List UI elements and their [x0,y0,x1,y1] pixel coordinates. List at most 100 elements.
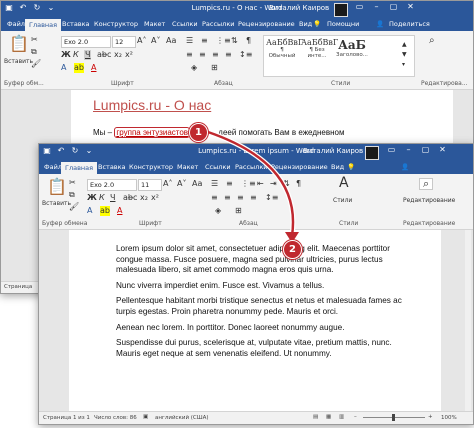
cut-icon[interactable]: ✂ [69,178,76,188]
maximize-icon[interactable]: ▢ [385,2,402,11]
font-name-field[interactable]: Exo 2.0 [87,179,137,191]
borders-icon[interactable]: ⊞ [211,63,218,73]
tab-home[interactable]: Главная [61,162,98,174]
align-center-icon[interactable]: ≡ [224,193,231,203]
zoom-out-icon[interactable]: – [354,414,357,420]
paste-icon[interactable]: 📋 [9,35,29,53]
font-color-icon[interactable]: A [117,206,122,216]
italic-icon[interactable]: К [99,193,105,203]
highlight-icon[interactable]: ab [74,63,84,73]
subscript-icon[interactable]: x₂ [140,193,148,203]
change-case-icon[interactable]: Aa [192,179,202,189]
strikethrough-icon[interactable]: ab̶c [123,193,137,203]
highlight-icon[interactable]: ab [100,206,110,216]
read-mode-icon[interactable]: ▤ [313,414,318,420]
styles-gallery[interactable]: АаБбВвГ ¶ Обычный АаБбВвГ ¶ Без инте... Аа… [263,35,415,77]
multilevel-list-icon[interactable]: ⋮≡ [216,36,231,46]
tab-layout[interactable]: Макет [144,20,165,28]
bold-icon[interactable]: Ж [61,50,71,60]
line-spacing-icon[interactable]: ↕≡ [239,50,252,60]
superscript-icon[interactable]: x² [151,193,159,203]
ribbon-options-icon[interactable]: ▭ [351,2,368,11]
tab-layout[interactable]: Макет [177,163,198,171]
bullets-icon[interactable]: ☰ [211,179,218,189]
tell-me-box[interactable]: Помощни [327,20,359,28]
minimize-icon[interactable]: – [400,145,417,154]
align-left-icon[interactable]: ≡ [211,193,218,203]
share-icon[interactable]: 👤 [376,20,384,28]
back-status-page[interactable]: Страница [4,284,32,290]
share-button[interactable]: Поделиться [389,20,430,28]
print-layout-icon[interactable]: ▦ [326,414,331,420]
format-painter-icon[interactable]: 🖌 [31,59,41,69]
multilevel-list-icon[interactable]: ⋮≡ [241,179,256,189]
font-size-field[interactable]: 11 [138,179,162,191]
align-center-icon[interactable]: ≡ [199,50,206,60]
paste-label[interactable]: Вставить [42,199,71,209]
tab-design[interactable]: Конструктор [129,163,173,171]
status-words[interactable]: Число слов: 86 [94,415,137,421]
underline-icon[interactable]: Ч [110,193,115,203]
numbering-icon[interactable]: ≡ [226,179,233,189]
close-icon[interactable]: ✕ [434,145,451,154]
superscript-icon[interactable]: x² [125,50,133,60]
front-user-name[interactable]: Виталий Каиров [303,147,363,155]
styles-scroll-icon[interactable]: ▲ ▼ ▾ [402,40,407,70]
italic-icon[interactable]: К [73,50,79,60]
shrink-font-icon[interactable]: A˅ [177,179,186,189]
show-marks-icon[interactable]: ¶ [246,36,251,46]
zoom-level[interactable]: 100% [441,415,457,421]
font-color-icon[interactable]: A [91,63,96,73]
sort-icon[interactable]: ⇅ [283,179,290,189]
tab-design[interactable]: Конструктор [94,20,138,28]
font-size-field[interactable]: 12 [112,36,136,48]
align-right-icon[interactable]: ≡ [237,193,244,203]
editing-button[interactable]: Редактирование [403,196,455,206]
bullets-icon[interactable]: ☰ [186,36,193,46]
bold-icon[interactable]: Ж [87,193,97,203]
sort-icon[interactable]: ⇅ [231,36,238,46]
align-left-icon[interactable]: ≡ [186,50,193,60]
line-spacing-icon[interactable]: ↕≡ [265,193,278,203]
underline-icon[interactable]: Ч [84,50,92,60]
avatar[interactable] [365,146,379,160]
style-no-spacing[interactable]: АаБбВвГ ¶ Без инте... [301,38,338,59]
copy-icon[interactable]: ⧉ [69,190,75,200]
share-icon[interactable]: 👤 [401,163,409,171]
grow-font-icon[interactable]: A˄ [137,36,146,46]
shrink-font-icon[interactable]: A˅ [151,36,160,46]
tab-view[interactable]: Вид [331,163,344,171]
status-language[interactable]: английский (США) [155,415,209,421]
vertical-scrollbar[interactable] [465,230,471,412]
tab-mailings[interactable]: Рассылки [202,20,235,28]
tab-file[interactable]: Файл [44,163,62,171]
paste-icon[interactable]: 📋 [47,178,67,196]
decrease-indent-icon[interactable]: ⇤ [257,179,264,189]
tab-review[interactable]: Рецензирование [238,20,295,28]
ribbon-options-icon[interactable]: ▭ [383,145,400,154]
find-icon[interactable]: ⌕ [419,178,434,190]
find-icon[interactable]: ⌕ [429,36,435,46]
tab-file[interactable]: Файл [7,20,25,28]
increase-indent-icon[interactable]: ⇥ [270,179,277,189]
tab-review[interactable]: Рецензирование [271,163,328,171]
tab-view[interactable]: Вид [299,20,312,28]
tab-insert[interactable]: Вставка [98,163,126,171]
style-heading1[interactable]: АаБ Заголово... [336,38,368,58]
cut-icon[interactable]: ✂ [31,35,38,45]
status-page[interactable]: Страница 1 из 1 [43,415,90,421]
close-icon[interactable]: ✕ [402,2,419,11]
show-marks-icon[interactable]: ¶ [296,179,301,189]
zoom-in-icon[interactable]: + [428,414,433,420]
text-effects-icon[interactable]: A [61,63,66,73]
text-effects-icon[interactable]: A [87,206,92,216]
doc-hyperlink[interactable]: группа энтузиастов [114,127,191,138]
numbering-icon[interactable]: ≡ [201,36,208,46]
paste-label[interactable]: Вставить [4,57,33,67]
tab-references[interactable]: Ссылки [205,163,231,171]
maximize-icon[interactable]: ▢ [417,145,434,154]
strikethrough-icon[interactable]: ab̶c [97,50,111,60]
zoom-slider-thumb[interactable] [392,414,395,421]
font-name-field[interactable]: Exo 2.0 [61,36,111,48]
tab-home[interactable]: Главная [25,19,62,31]
